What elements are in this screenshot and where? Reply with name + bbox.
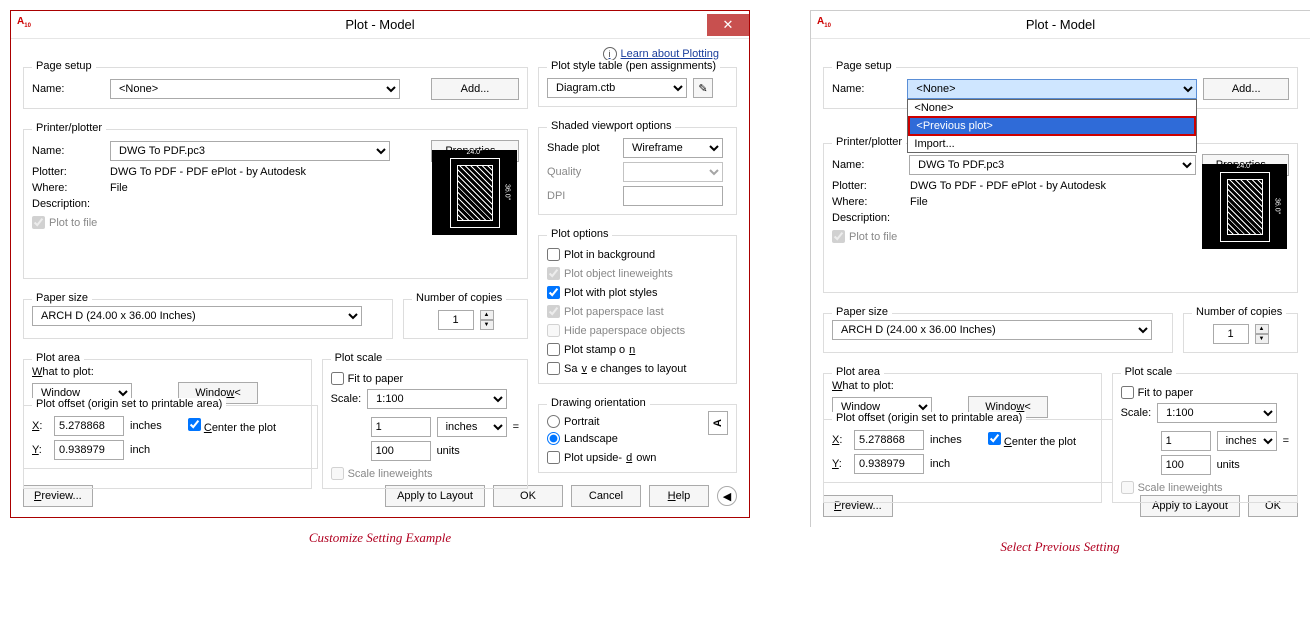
portrait-radio[interactable] — [547, 415, 560, 428]
scale-select[interactable]: 1:100 — [1157, 403, 1277, 423]
plot-styles-checkbox[interactable] — [547, 286, 560, 299]
plot-scale-group: Plot scale Fit to paper Scale:1:100 inch… — [322, 359, 528, 489]
copies-group: Number of copies ▲▼ — [403, 299, 528, 339]
scale-denominator-input[interactable] — [371, 441, 431, 461]
plot-scale-group: Plot scale Fit to paper Scale:1:100 inch… — [1112, 373, 1298, 503]
landscape-radio[interactable] — [547, 432, 560, 445]
scale-unit-select[interactable]: inches — [1217, 431, 1277, 451]
window-title: Plot - Model — [1026, 17, 1095, 32]
scale-numerator-input[interactable] — [371, 417, 431, 437]
plot-options-group: Plot options Plot in background Plot obj… — [538, 235, 737, 384]
scale-numerator-input[interactable] — [1161, 431, 1211, 451]
copies-spinner[interactable]: ▲▼ — [480, 310, 494, 330]
paper-size-group: Paper size ARCH D (24.00 x 36.00 Inches) — [23, 299, 393, 339]
quality-select — [623, 162, 723, 182]
printer-plotter-group: Printer/plotter Name: DWG To PDF.pc3 Pro… — [23, 129, 528, 279]
paper-size-select[interactable]: ARCH D (24.00 x 36.00 Inches) — [832, 320, 1152, 340]
caption-left: Customize Setting Example — [10, 530, 750, 546]
drawing-orientation-group: Drawing orientation Portrait Landscape P… — [538, 404, 737, 473]
plot-style-select[interactable]: Diagram.ctb — [547, 78, 687, 98]
app-icon: A10 — [17, 16, 35, 34]
titlebar: A10 Plot - Model — [811, 11, 1310, 39]
center-plot-checkbox[interactable] — [188, 418, 201, 431]
dd-option-import[interactable]: Import... — [908, 136, 1196, 152]
orientation-icon: A — [708, 411, 728, 435]
learn-plotting-link[interactable]: i Learn about Plotting — [603, 47, 719, 61]
page-setup-dropdown[interactable]: <None> <Previous plot> Import... — [907, 99, 1197, 153]
close-button[interactable]: ✕ — [707, 14, 749, 36]
plot-offset-group: Plot offset (origin set to printable are… — [23, 405, 318, 469]
name-label: Name: — [832, 83, 901, 95]
offset-x-input[interactable] — [54, 416, 124, 436]
offset-x-input[interactable] — [854, 430, 924, 450]
copies-group: Number of copies ▲▼ — [1183, 313, 1298, 353]
offset-y-input[interactable] — [54, 440, 124, 460]
center-plot-checkbox[interactable] — [988, 432, 1001, 445]
scale-lineweights-checkbox — [1121, 481, 1134, 494]
hide-paperspace-checkbox — [547, 324, 560, 337]
fit-to-paper-checkbox[interactable] — [331, 372, 344, 385]
shade-plot-select[interactable]: Wireframe — [623, 138, 723, 158]
paperspace-last-checkbox — [547, 305, 560, 318]
printer-name-select[interactable]: DWG To PDF.pc3 — [110, 141, 390, 161]
plot-style-table-group: Plot style table (pen assignments) Diagr… — [538, 67, 737, 107]
plot-to-file-checkbox — [32, 216, 45, 229]
paper-size-group: Paper size ARCH D (24.00 x 36.00 Inches) — [823, 313, 1173, 353]
paper-preview: 24.0" 36.0" — [432, 150, 517, 235]
page-setup-group: Page setup Name: <None> Add... — [23, 67, 528, 109]
printer-name-label: Name: — [32, 145, 104, 157]
shaded-viewport-group: Shaded viewport options Shade plotWirefr… — [538, 127, 737, 215]
plot-lineweights-checkbox — [547, 267, 560, 280]
plot-dialog-right: A10 Plot - Model Page setup Name: <None>… — [810, 10, 1310, 527]
save-changes-checkbox[interactable] — [547, 362, 560, 375]
page-setup-name-select[interactable]: <None> — [110, 79, 400, 99]
window-title: Plot - Model — [345, 17, 414, 32]
paper-preview: 24.0" 36.0" — [1202, 164, 1287, 249]
scale-unit-select[interactable]: inches — [437, 417, 507, 437]
offset-y-input[interactable] — [854, 454, 924, 474]
plot-background-checkbox[interactable] — [547, 248, 560, 261]
printer-plotter-group: Printer/plotter Name: DWG To PDF.pc3 Pro… — [823, 143, 1298, 293]
plot-offset-group: Plot offset (origin set to printable are… — [823, 419, 1113, 483]
scale-denominator-input[interactable] — [1161, 455, 1211, 475]
page-setup-name-select[interactable]: <None> — [907, 79, 1197, 99]
scale-lineweights-checkbox — [331, 467, 344, 480]
name-label: Name: — [32, 83, 104, 95]
plot-dialog-left: A10 Plot - Model ✕ i Learn about Plottin… — [10, 10, 750, 518]
dd-option-none[interactable]: <None> — [908, 100, 1196, 116]
scale-select[interactable]: 1:100 — [367, 389, 507, 409]
upside-down-checkbox[interactable] — [547, 451, 560, 464]
titlebar: A10 Plot - Model ✕ — [11, 11, 749, 39]
add-button[interactable]: Add... — [431, 78, 519, 100]
copies-input[interactable] — [438, 310, 474, 330]
cancel-button[interactable]: Cancel — [571, 485, 641, 507]
app-icon: A10 — [817, 16, 835, 34]
copies-input[interactable] — [1213, 324, 1249, 344]
paper-size-select[interactable]: ARCH D (24.00 x 36.00 Inches) — [32, 306, 362, 326]
collapse-toggle-icon[interactable]: ◀ — [717, 486, 737, 506]
fit-to-paper-checkbox[interactable] — [1121, 386, 1134, 399]
dd-option-previous-plot[interactable]: <Previous plot> — [908, 116, 1196, 136]
add-button[interactable]: Add... — [1203, 78, 1289, 100]
caption-right: Select Previous Setting — [810, 539, 1310, 555]
copies-spinner[interactable]: ▲▼ — [1255, 324, 1269, 344]
page-setup-group: Page setup Name: <None> <None> <Previous… — [823, 67, 1298, 109]
dpi-input — [623, 186, 723, 206]
plot-stamp-checkbox[interactable] — [547, 343, 560, 356]
printer-name-select[interactable]: DWG To PDF.pc3 — [909, 155, 1196, 175]
help-button[interactable]: Help — [649, 485, 709, 507]
plot-to-file-checkbox — [832, 230, 845, 243]
edit-style-icon[interactable]: ✎ — [693, 78, 713, 98]
info-icon: i — [603, 47, 617, 61]
